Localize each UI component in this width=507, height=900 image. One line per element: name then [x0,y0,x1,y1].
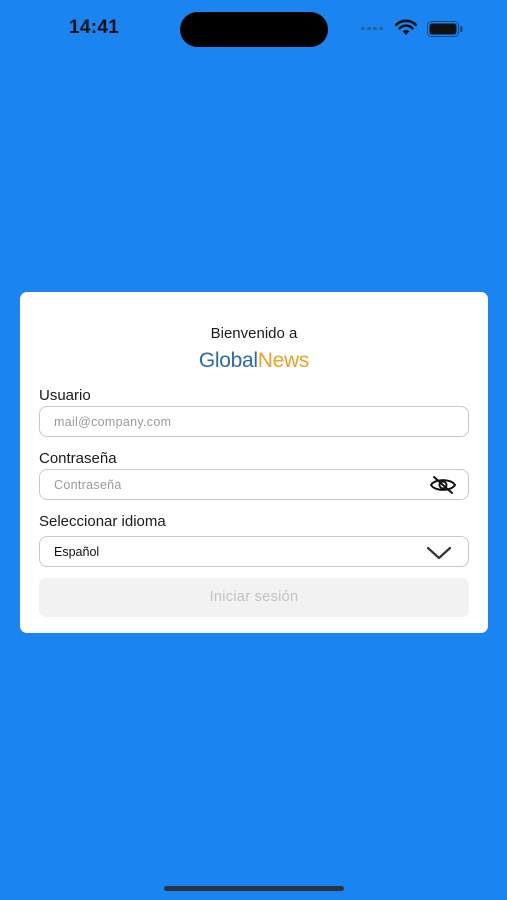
battery-icon [427,21,463,37]
wifi-icon [394,19,418,35]
cellular-signal-icon [361,27,383,30]
globalnews-logo: GlobalNews [20,349,488,373]
logo-part-news: News [257,349,310,372]
password-label: Contraseña [39,450,117,467]
chevron-down-icon [426,546,452,560]
language-select[interactable]: Español [39,536,469,567]
login-button[interactable]: Iniciar sesión [39,578,469,617]
welcome-text: Bienvenido a [210,325,298,342]
username-label: Usuario [39,387,91,404]
status-bar: 14:41 [0,0,507,60]
username-input[interactable] [40,407,468,436]
dynamic-island [180,12,328,47]
username-field-container [39,406,469,437]
status-time: 14:41 [69,17,120,38]
language-label: Seleccionar idioma [39,513,166,530]
home-indicator[interactable] [164,886,344,891]
language-selected-value: Español [54,545,100,559]
password-field-container [39,469,469,500]
toggle-password-visibility-button[interactable] [428,474,458,496]
login-card: Bienvenido a GlobalNews Usuario Contrase… [20,292,488,633]
password-input[interactable] [40,470,468,499]
logo-part-global: Global [198,349,258,372]
eye-slash-icon [429,476,457,494]
